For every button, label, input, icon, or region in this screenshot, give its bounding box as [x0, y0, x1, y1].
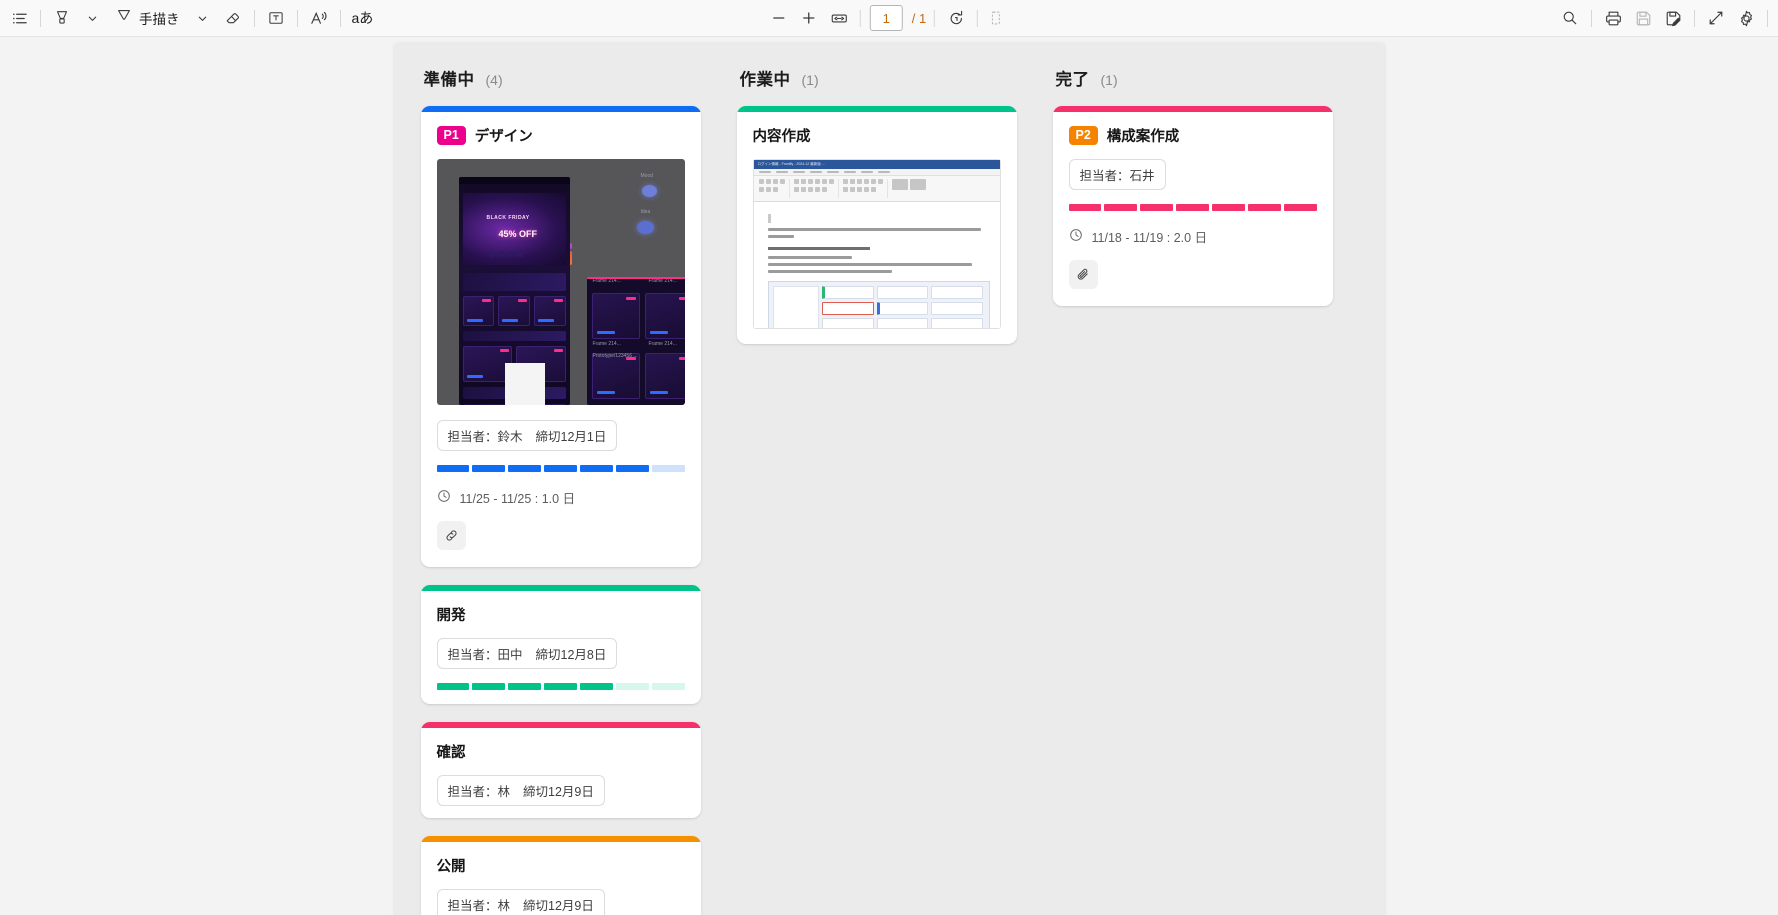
assignee-label: 担当者：田中	[447, 648, 523, 662]
print-icon[interactable]	[1598, 3, 1628, 33]
toolbar-center-group: 1 / 1	[764, 3, 1014, 33]
date-range-label: 11/25 - 11/25 : 1.0 日	[459, 492, 576, 506]
progress-bar	[1068, 204, 1317, 211]
translate-icon[interactable]: aあ	[347, 3, 379, 33]
draw-chevron-down-icon[interactable]	[188, 10, 218, 26]
divider	[1694, 9, 1695, 27]
link-icon[interactable]	[436, 521, 466, 550]
draw-tool-label: 手描き	[139, 12, 180, 27]
card-title: 構成案作成	[1106, 129, 1180, 145]
divider	[859, 9, 861, 27]
draw-tool-button[interactable]: 手描き	[107, 3, 188, 33]
card-meta-pill: 担当者：田中 締切12月8日	[436, 638, 618, 669]
divider	[1591, 9, 1592, 27]
search-icon[interactable]	[1555, 3, 1585, 33]
column-count: (4)	[485, 72, 503, 88]
card-thumbnail-word-doc[interactable]: ログイン情報 - Frontify - 2024-12 最新版 ...	[752, 159, 1001, 329]
draw-pen-icon	[115, 7, 133, 30]
divider	[296, 9, 298, 27]
save-as-icon[interactable]	[1658, 3, 1688, 33]
zoom-out-button[interactable]	[764, 3, 794, 33]
card-meta-pill: 担当者：林 締切12月9日	[436, 889, 605, 915]
paperclip-icon[interactable]	[1068, 260, 1098, 289]
due-date-label: 締切12月8日	[535, 648, 607, 662]
due-date-label: 締切12月9日	[523, 899, 594, 913]
card-title: 公開	[436, 859, 466, 875]
page-total-label: / 1	[911, 10, 927, 26]
save-icon[interactable]	[1628, 3, 1658, 33]
zoom-in-button[interactable]	[794, 3, 824, 33]
read-aloud-icon[interactable]	[304, 3, 334, 33]
assignee-label: 担当者：石井	[1079, 169, 1155, 183]
clock-icon	[1069, 228, 1083, 245]
settings-gear-icon[interactable]	[1731, 3, 1761, 33]
divider	[1767, 9, 1768, 27]
doc-title-bar-text: ログイン情報 - Frontify - 2024-12 最新版 ...	[757, 162, 825, 166]
assignee-label: 担当者：林	[447, 899, 511, 913]
fit-to-width-icon[interactable]	[824, 3, 854, 33]
card-date-row: 11/25 - 11/25 : 1.0 日	[437, 488, 685, 507]
kanban-board: 準備中 (4) P1 デザイン Mood Idea BLACK FRIDAY 4…	[420, 66, 1358, 915]
page-layout-icon[interactable]	[984, 3, 1014, 33]
toc-icon[interactable]	[4, 3, 34, 33]
card-meta-pill: 担当者：林 締切12月9日	[436, 775, 605, 806]
column-header: 完了 (1)	[1056, 66, 1333, 90]
kanban-card-publish[interactable]: 公開 担当者：林 締切12月9日	[420, 836, 701, 915]
date-range-label: 11/18 - 11/19 : 2.0 日	[1091, 231, 1208, 245]
kanban-column-todo: 準備中 (4) P1 デザイン Mood Idea BLACK FRIDAY 4…	[420, 66, 701, 915]
due-date-label: 締切12月1日	[535, 430, 607, 444]
highlighter-chevron-down-icon[interactable]	[77, 10, 107, 26]
card-title: 確認	[436, 745, 466, 761]
kanban-card-review[interactable]: 確認 担当者：林 締切12月9日	[420, 722, 701, 818]
pdf-viewer-toolbar: 手描き aあ 1 / 1	[0, 0, 1778, 37]
priority-badge: P2	[1068, 125, 1098, 146]
page-number-input[interactable]: 1	[869, 5, 903, 31]
column-count: (1)	[801, 72, 819, 88]
assignee-label: 担当者：鈴木	[447, 430, 523, 444]
kanban-card-content[interactable]: 内容作成 ログイン情報 - Frontify - 2024-12 最新版 ...	[736, 106, 1017, 344]
translate-label: aあ	[351, 10, 374, 26]
highlighter-icon[interactable]	[47, 3, 77, 33]
card-date-row: 11/18 - 11/19 : 2.0 日	[1069, 227, 1317, 246]
priority-badge: P1	[436, 125, 466, 146]
fullscreen-icon[interactable]	[1701, 3, 1731, 33]
divider	[253, 9, 255, 27]
column-title: 完了	[1055, 71, 1090, 89]
rotate-icon[interactable]	[941, 3, 971, 33]
card-meta-pill: 担当者：石井	[1068, 159, 1166, 190]
divider	[977, 9, 979, 27]
pdf-viewer-canvas[interactable]: 準備中 (4) P1 デザイン Mood Idea BLACK FRIDAY 4…	[0, 37, 1778, 915]
column-title: 作業中	[739, 71, 791, 89]
divider	[339, 9, 341, 27]
toolbar-right-group	[1555, 3, 1774, 33]
progress-bar	[436, 683, 685, 690]
clock-icon	[437, 489, 451, 506]
kanban-card-outline[interactable]: P2 構成案作成 担当者：石井 11/18 - 11/19: 2.0 日	[1052, 106, 1333, 306]
card-meta-pill: 担当者：鈴木 締切12月1日	[436, 420, 618, 451]
column-count: (1)	[1100, 72, 1118, 88]
kanban-column-done: 完了 (1) P2 構成案作成 担当者：石井 11/18 - 11/19: 2…	[1052, 66, 1333, 915]
divider	[40, 9, 41, 27]
due-date-label: 締切12月9日	[523, 785, 594, 799]
column-header: 作業中 (1)	[740, 66, 1017, 90]
eraser-icon[interactable]	[218, 3, 248, 33]
text-box-icon[interactable]	[261, 3, 291, 33]
kanban-card-dev[interactable]: 開発 担当者：田中 締切12月8日	[420, 585, 701, 704]
pdf-page-1: 準備中 (4) P1 デザイン Mood Idea BLACK FRIDAY 4…	[394, 44, 1384, 915]
divider	[934, 9, 936, 27]
card-thumbnail-design-mock[interactable]: Mood Idea BLACK FRIDAY 45% OFF Frame 214…	[436, 159, 685, 405]
assignee-label: 担当者：林	[447, 785, 511, 799]
column-header: 準備中 (4)	[424, 66, 701, 90]
card-title: デザイン	[474, 129, 533, 145]
card-title: 内容作成	[752, 129, 811, 145]
column-title: 準備中	[423, 71, 475, 89]
kanban-card-design[interactable]: P1 デザイン Mood Idea BLACK FRIDAY 45% OFF F…	[420, 106, 701, 567]
toolbar-left-group: 手描き aあ	[0, 3, 378, 33]
progress-bar	[436, 465, 685, 472]
kanban-column-doing: 作業中 (1) 内容作成 ログイン情報 - Frontify - 2024-12…	[736, 66, 1017, 915]
card-title: 開発	[436, 608, 466, 624]
